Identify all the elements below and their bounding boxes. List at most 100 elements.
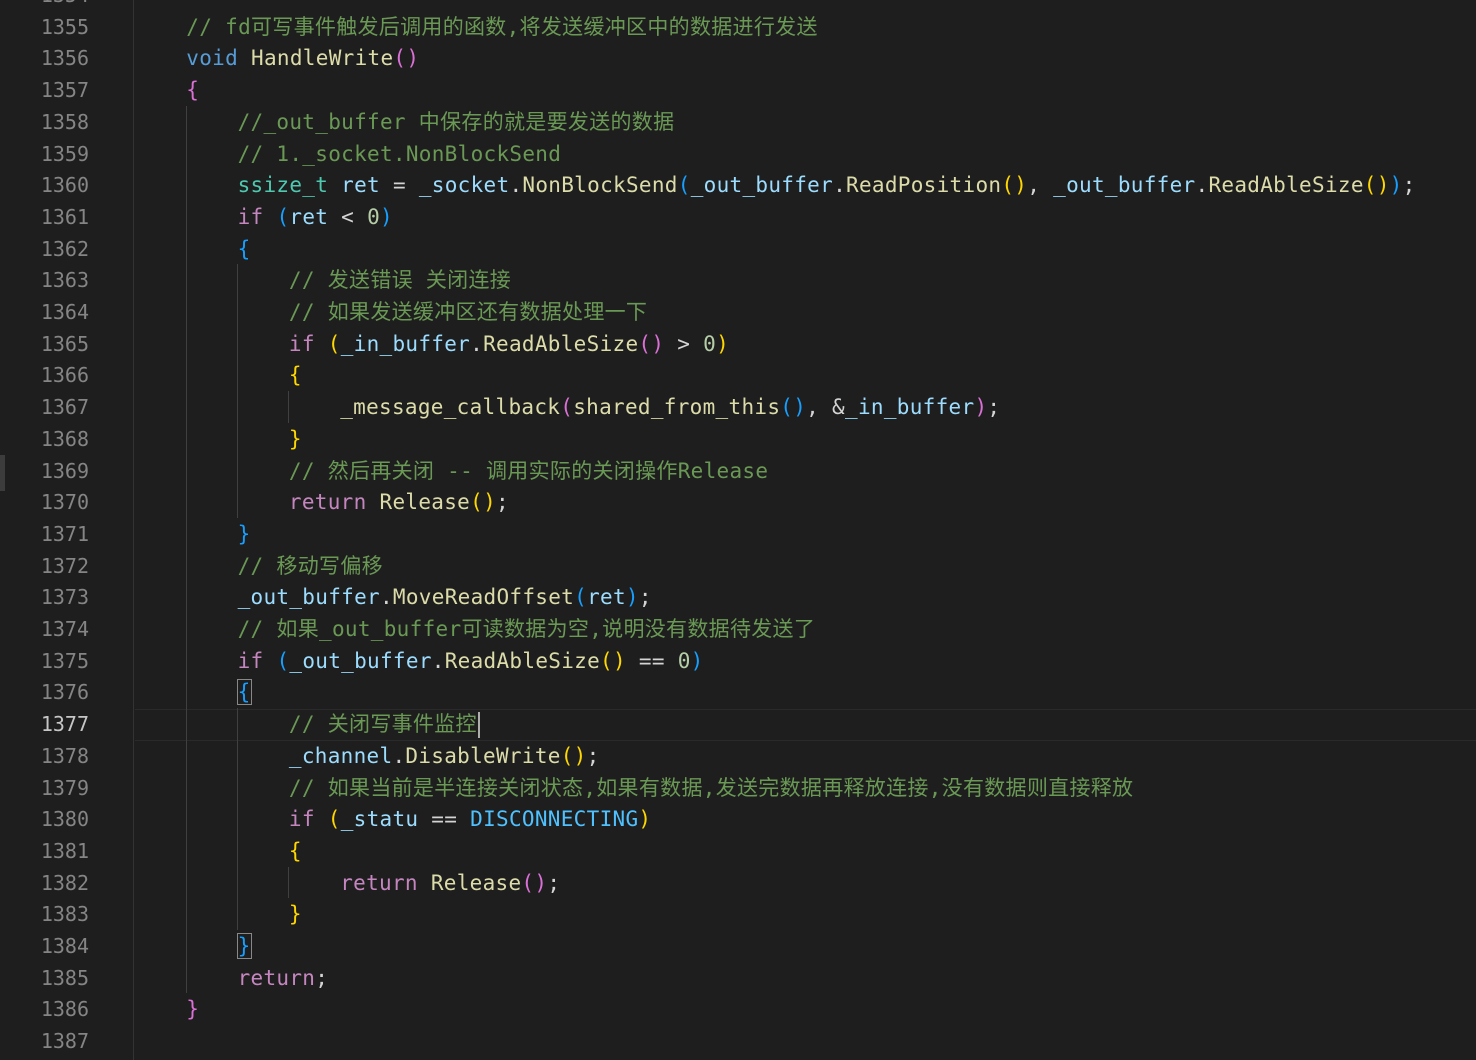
line-number[interactable]: 1360 [0, 169, 89, 201]
code-line[interactable]: 1354 [0, 0, 1476, 11]
code-line[interactable]: 1365 if (_in_buffer.ReadAbleSize() > 0) [0, 328, 1476, 360]
code-text[interactable]: if (_statu == DISCONNECTING) [289, 803, 651, 835]
code-line[interactable]: 1384} [0, 930, 1476, 962]
code-line[interactable]: 1377 // 关闭写事件监控 [0, 708, 1476, 740]
code-text[interactable]: } [289, 423, 302, 455]
code-text[interactable]: } [289, 898, 302, 930]
code-text[interactable]: // 发送错误 关闭连接 [289, 264, 511, 296]
code-text[interactable]: { [238, 233, 251, 265]
code-text[interactable]: return Release(); [289, 486, 509, 518]
line-number[interactable]: 1364 [0, 296, 89, 328]
code-line[interactable]: 1358 //_out_buffer 中保存的就是要发送的数据 [0, 106, 1476, 138]
code-text[interactable]: } [236, 930, 252, 962]
code-text[interactable]: { [186, 74, 199, 106]
line-number[interactable]: 1371 [0, 518, 89, 550]
line-number[interactable]: 1358 [0, 106, 89, 138]
line-number[interactable]: 1368 [0, 423, 89, 455]
line-number[interactable]: 1383 [0, 898, 89, 930]
line-number[interactable]: 1365 [0, 328, 89, 360]
line-number[interactable]: 1376 [0, 676, 89, 708]
code-text[interactable]: if (ret < 0) [238, 201, 393, 233]
code-text[interactable]: } [186, 993, 199, 1025]
code-text[interactable]: // 关闭写事件监控 [289, 708, 480, 740]
line-number[interactable]: 1377 [0, 708, 89, 740]
code-line[interactable]: 1385 return; [0, 962, 1476, 994]
code-line[interactable]: 1364 // 如果发送缓冲区还有数据处理一下 [0, 296, 1476, 328]
code-text[interactable]: _channel.DisableWrite(); [289, 740, 600, 772]
code-text[interactable]: if (_in_buffer.ReadAbleSize() > 0) [289, 328, 729, 360]
code-line[interactable]: 1368} [0, 423, 1476, 455]
line-number[interactable]: 1359 [0, 138, 89, 170]
code-text[interactable]: return Release(); [340, 867, 560, 899]
code-line[interactable]: 1360 ssize_t ret = _socket.NonBlockSend(_… [0, 169, 1476, 201]
line-number[interactable]: 1370 [0, 486, 89, 518]
code-line[interactable]: 1356 void HandleWrite() [0, 42, 1476, 74]
line-number[interactable]: 1374 [0, 613, 89, 645]
code-text[interactable]: { [236, 676, 252, 708]
line-number[interactable]: 1366 [0, 359, 89, 391]
line-number[interactable]: 1382 [0, 867, 89, 899]
line-number[interactable]: 1387 [0, 1025, 89, 1057]
code-line[interactable]: 1355 // fd可写事件触发后调用的函数,将发送缓冲区中的数据进行发送 [0, 11, 1476, 43]
code-line[interactable]: 1382 return Release(); [0, 867, 1476, 899]
line-number[interactable]: 1385 [0, 962, 89, 994]
line-number[interactable]: 1379 [0, 772, 89, 804]
code-text[interactable]: void HandleWrite() [186, 42, 419, 74]
code-text[interactable]: return; [238, 962, 329, 994]
code-line[interactable]: 1375 if (_out_buffer.ReadAbleSize() == 0) [0, 645, 1476, 677]
code-line[interactable]: 1374 // 如果_out_buffer可读数据为空,说明没有数据待发送了 [0, 613, 1476, 645]
code-line[interactable]: 1366 { [0, 359, 1476, 391]
code-text[interactable]: if (_out_buffer.ReadAbleSize() == 0) [238, 645, 704, 677]
line-number[interactable]: 1375 [0, 645, 89, 677]
code-line[interactable]: 1381 { [0, 835, 1476, 867]
code-line[interactable]: 1380 if (_statu == DISCONNECTING) [0, 803, 1476, 835]
code-line[interactable]: 1371} [0, 518, 1476, 550]
code-line[interactable]: 1386} [0, 993, 1476, 1025]
line-number[interactable]: 1380 [0, 803, 89, 835]
code-text[interactable]: // 如果_out_buffer可读数据为空,说明没有数据待发送了 [238, 613, 816, 645]
code-line[interactable]: 1367 _message_callback(shared_from_this()… [0, 391, 1476, 423]
code-text[interactable]: _message_callback(shared_from_this(), &_… [340, 391, 1000, 423]
code-line[interactable]: 1363 // 发送错误 关闭连接 [0, 264, 1476, 296]
code-line[interactable]: 1378 _channel.DisableWrite(); [0, 740, 1476, 772]
code-text[interactable]: // fd可写事件触发后调用的函数,将发送缓冲区中的数据进行发送 [186, 11, 817, 43]
line-number[interactable]: 1369 [0, 455, 89, 487]
line-number[interactable]: 1357 [0, 74, 89, 106]
code-line[interactable]: 1359 // 1._socket.NonBlockSend [0, 138, 1476, 170]
code-editor[interactable]: 13541355 // fd可写事件触发后调用的函数,将发送缓冲区中的数据进行发送… [0, 0, 1476, 1060]
code-line[interactable]: 1373 _out_buffer.MoveReadOffset(ret); [0, 581, 1476, 613]
line-number[interactable]: 1386 [0, 993, 89, 1025]
line-number[interactable]: 1378 [0, 740, 89, 772]
code-text[interactable]: // 移动写偏移 [238, 550, 383, 582]
code-text[interactable]: // 1._socket.NonBlockSend [238, 138, 562, 170]
code-text[interactable]: // 如果当前是半连接关闭状态,如果有数据,发送完数据再释放连接,没有数据则直接… [289, 772, 1133, 804]
code-text[interactable]: // 然后再关闭 -- 调用实际的关闭操作Release [289, 455, 768, 487]
line-number[interactable]: 1362 [0, 233, 89, 265]
line-number[interactable]: 1367 [0, 391, 89, 423]
line-number[interactable]: 1372 [0, 550, 89, 582]
code-text[interactable]: //_out_buffer 中保存的就是要发送的数据 [238, 106, 675, 138]
code-line[interactable]: 1372 // 移动写偏移 [0, 550, 1476, 582]
line-number[interactable]: 1361 [0, 201, 89, 233]
line-number[interactable]: 1381 [0, 835, 89, 867]
code-text[interactable]: // 如果发送缓冲区还有数据处理一下 [289, 296, 647, 328]
code-line[interactable]: 1357 { [0, 74, 1476, 106]
code-text[interactable]: { [289, 835, 302, 867]
line-number[interactable]: 1363 [0, 264, 89, 296]
code-line[interactable]: 1379 // 如果当前是半连接关闭状态,如果有数据,发送完数据再释放连接,没有数… [0, 772, 1476, 804]
code-line[interactable]: 1376 { [0, 676, 1476, 708]
code-line[interactable]: 1387 [0, 1025, 1476, 1057]
code-text[interactable]: ssize_t ret = _socket.NonBlockSend(_out_… [238, 169, 1416, 201]
code-line[interactable]: 1383} [0, 898, 1476, 930]
line-number[interactable]: 1356 [0, 42, 89, 74]
line-number[interactable]: 1355 [0, 11, 89, 43]
code-text[interactable]: _out_buffer.MoveReadOffset(ret); [238, 581, 652, 613]
line-number[interactable]: 1354 [0, 0, 89, 11]
code-line[interactable]: 1370 return Release(); [0, 486, 1476, 518]
line-number[interactable]: 1384 [0, 930, 89, 962]
code-line[interactable]: 1369 // 然后再关闭 -- 调用实际的关闭操作Release [0, 455, 1476, 487]
line-number[interactable]: 1373 [0, 581, 89, 613]
code-line[interactable]: 1362 { [0, 233, 1476, 265]
code-line[interactable]: 1361 if (ret < 0) [0, 201, 1476, 233]
code-text[interactable]: } [238, 518, 251, 550]
